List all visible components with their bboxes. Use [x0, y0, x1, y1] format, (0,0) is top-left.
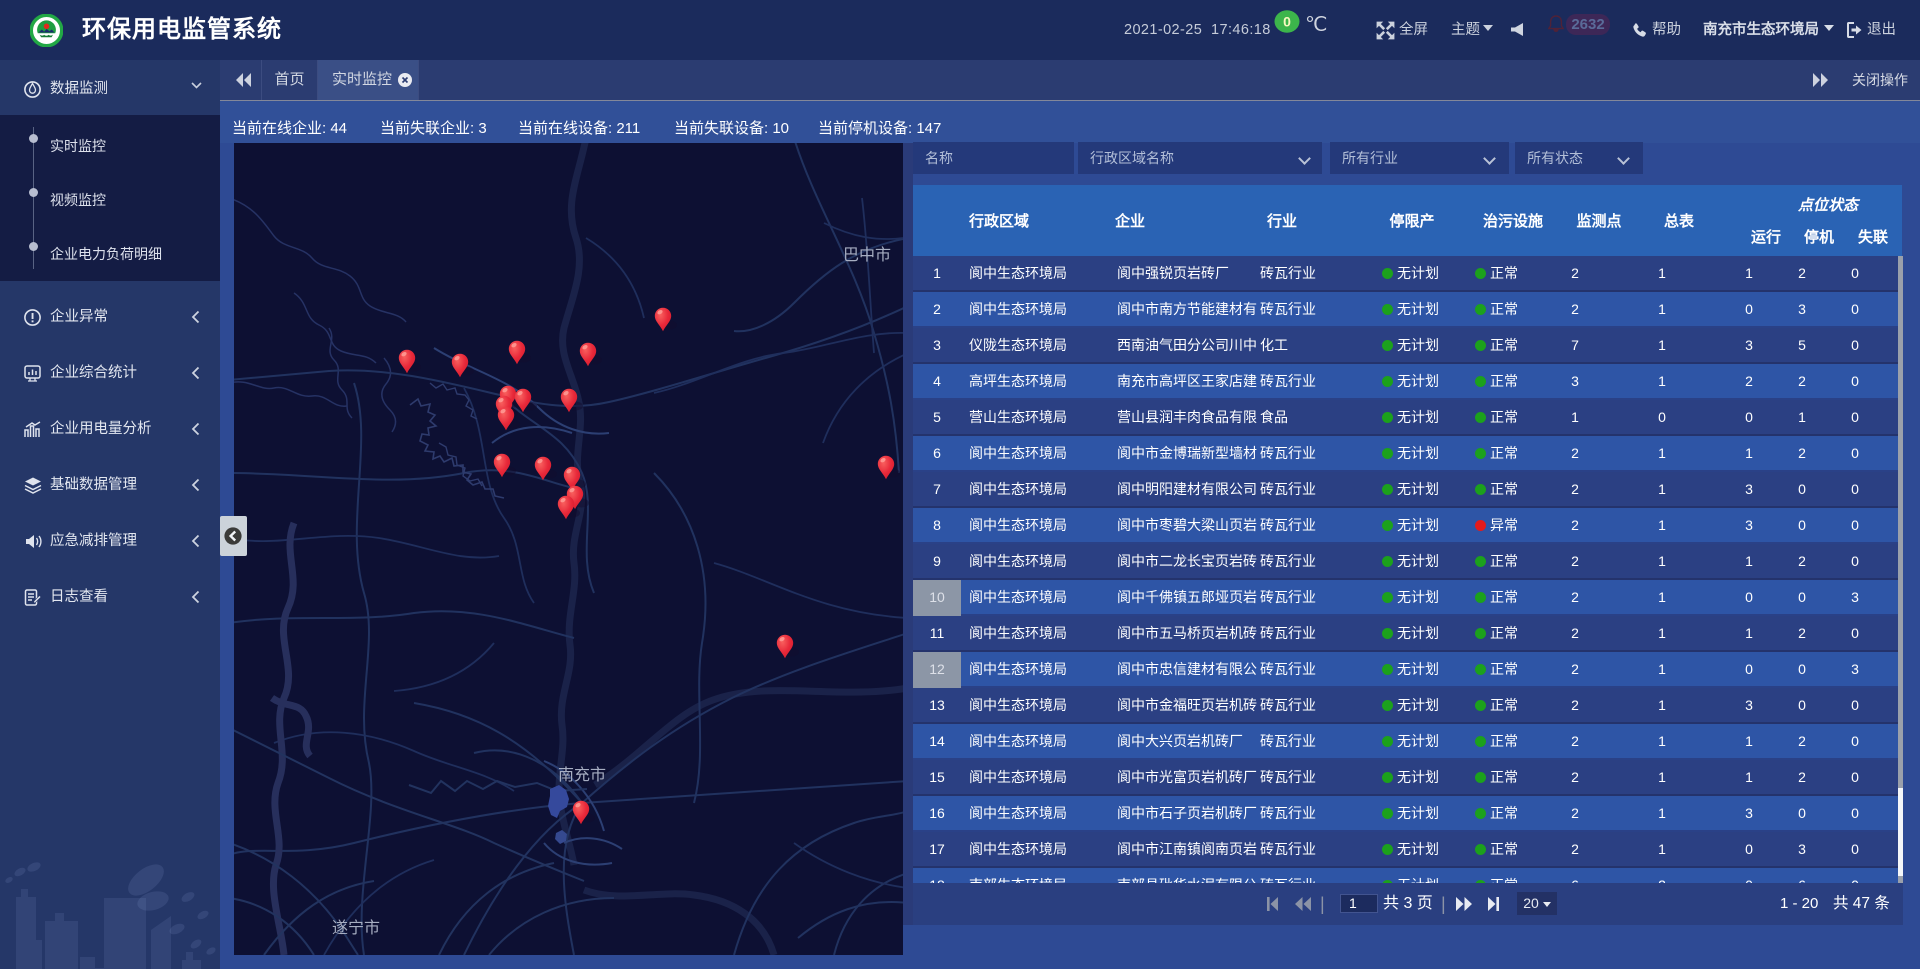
- svg-text:巴中市: 巴中市: [843, 246, 891, 264]
- svg-text:0: 0: [1283, 14, 1291, 30]
- svg-text:遂宁市: 遂宁市: [332, 919, 380, 937]
- svg-text:南充市: 南充市: [558, 766, 606, 784]
